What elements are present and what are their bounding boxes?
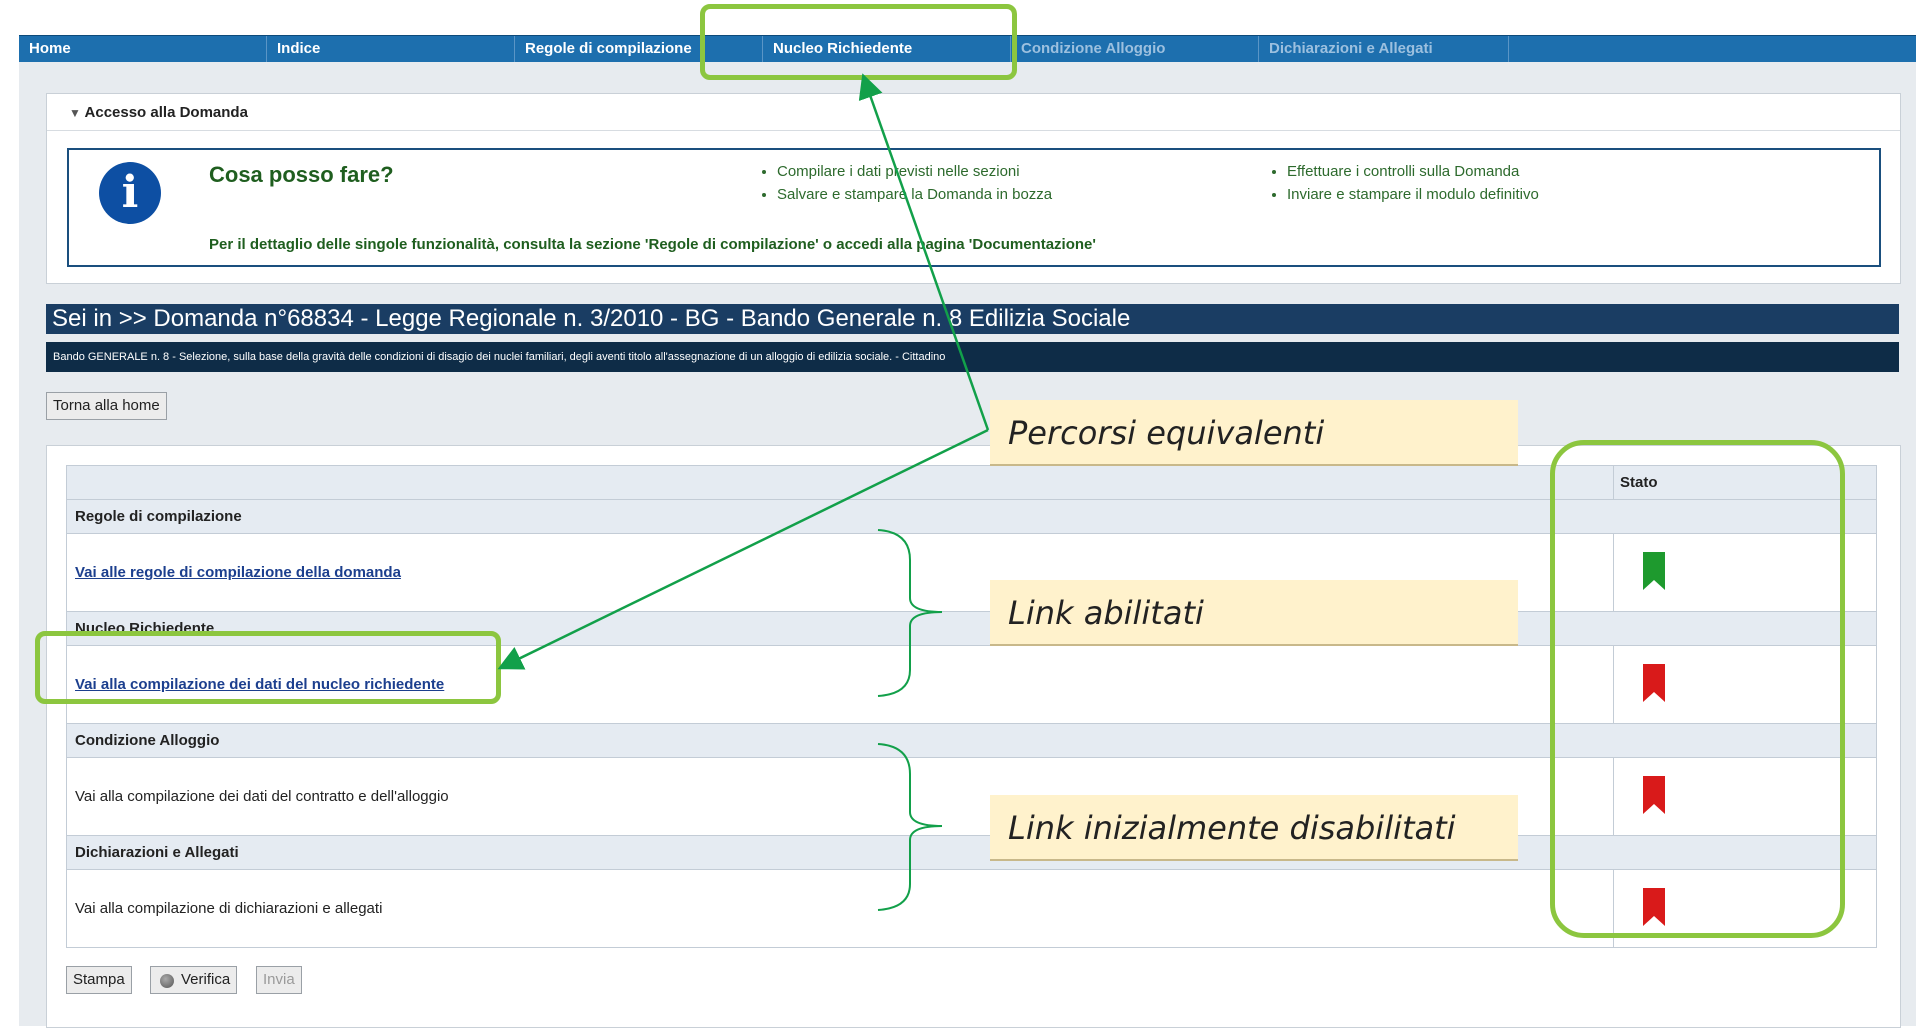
info-footer: Per il dettaglio delle singole funzional… [209, 236, 1096, 253]
action-item: Compilare i dati previsti nelle sezioni [777, 160, 1052, 183]
highlight-stato-column [1550, 440, 1845, 938]
link-alloggio-disabled: Vai alla compilazione dei dati del contr… [75, 788, 449, 805]
highlight-nucleo-tab [700, 4, 1017, 80]
tab-dichiarazioni: Dichiarazioni e Allegati [1259, 36, 1509, 62]
callout-percorsi: Percorsi equivalenti [990, 400, 1518, 466]
tab-condizione-alloggio: Condizione Alloggio [1011, 36, 1259, 62]
page-subtitle: Bando GENERALE n. 8 - Selezione, sulla b… [46, 342, 1899, 372]
collapse-triangle-icon: ▼ [69, 106, 81, 120]
tab-home[interactable]: Home [19, 36, 267, 62]
tab-indice[interactable]: Indice [267, 36, 515, 62]
breadcrumb: Sei in >> Domanda n°68834 - Legge Region… [46, 304, 1899, 334]
info-icon: i [99, 162, 161, 224]
info-title: Cosa posso fare? [209, 162, 394, 187]
actions-list-2: Effettuare i controlli sulla Domanda Inv… [1269, 160, 1539, 206]
home-button[interactable]: Torna alla home [46, 392, 167, 420]
access-header[interactable]: ▼ Accesso alla Domanda [47, 94, 1900, 131]
verifica-dot-icon [160, 974, 174, 988]
action-item: Effettuare i controlli sulla Domanda [1287, 160, 1539, 183]
access-panel: ▼ Accesso alla Domanda i Cosa posso fare… [46, 93, 1901, 284]
verifica-label: Verifica [181, 971, 231, 988]
highlight-nucleo-link [35, 631, 501, 704]
callout-abilitati: Link abilitati [990, 580, 1518, 646]
access-title: Accesso alla Domanda [84, 104, 248, 121]
link-dichiarazioni-disabled: Vai alla compilazione di dichiarazioni e… [75, 900, 383, 917]
info-box: i Cosa posso fare? Compilare i dati prev… [67, 148, 1881, 267]
table-header-empty [66, 465, 1614, 500]
callout-disabilitati: Link inizialmente disabilitati [990, 795, 1518, 861]
invia-button: Invia [256, 966, 302, 994]
link-regole[interactable]: Vai alle regole di compilazione della do… [75, 564, 401, 581]
stampa-button[interactable]: Stampa [66, 966, 132, 994]
action-item: Salvare e stampare la Domanda in bozza [777, 183, 1052, 206]
action-item: Inviare e stampare il modulo definitivo [1287, 183, 1539, 206]
verifica-button[interactable]: Verifica [150, 966, 238, 994]
actions-list-1: Compilare i dati previsti nelle sezioni … [759, 160, 1052, 206]
